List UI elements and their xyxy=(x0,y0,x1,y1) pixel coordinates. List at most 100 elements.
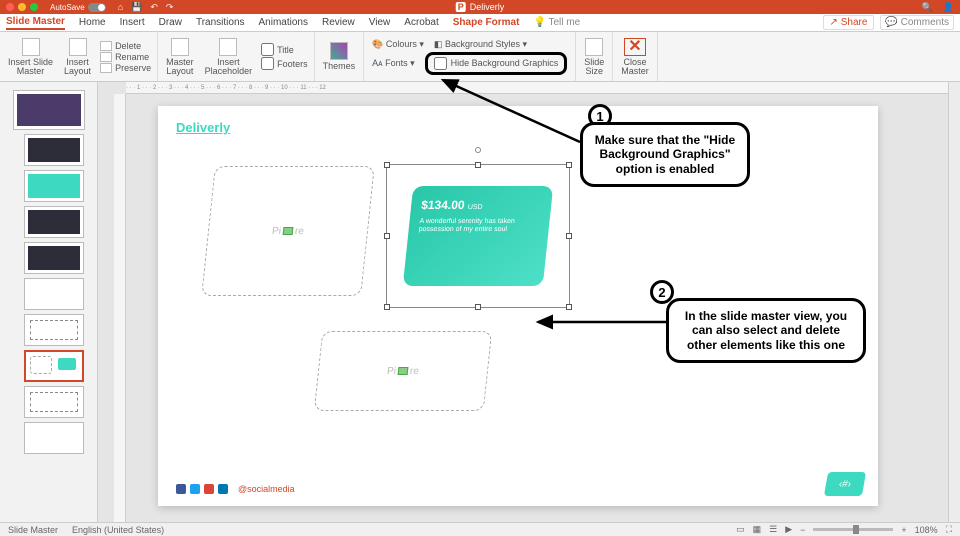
resize-handle[interactable] xyxy=(475,304,481,310)
doc-name: Deliverly xyxy=(470,2,505,12)
editor-area[interactable]: · · · 1 · · · 2 · · · 3 · · · 4 · · · 5 … xyxy=(98,82,948,522)
tab-home[interactable]: Home xyxy=(79,17,106,28)
redo-icon[interactable]: ↷ xyxy=(166,2,174,13)
ruler-horizontal: · · · 1 · · · 2 · · · 3 · · · 4 · · · 5 … xyxy=(126,82,948,94)
fit-to-window-icon[interactable]: ⛶ xyxy=(946,524,952,535)
bg-styles-dropdown[interactable]: ◧ Background Styles ▾ xyxy=(434,39,527,50)
zoom-level[interactable]: 108% xyxy=(915,525,938,535)
zoom-out-button[interactable]: − xyxy=(800,525,805,535)
resize-handle[interactable] xyxy=(384,162,390,168)
workspace: · · · 1 · · · 2 · · · 3 · · · 4 · · · 5 … xyxy=(0,82,960,522)
status-mode: Slide Master xyxy=(8,525,58,535)
home-icon[interactable]: ⌂ xyxy=(118,2,123,13)
save-icon[interactable]: 💾 xyxy=(131,2,142,13)
tab-acrobat[interactable]: Acrobat xyxy=(404,17,438,28)
insert-layout-button[interactable]: Insert Layout xyxy=(60,36,95,78)
thumb-layout[interactable] xyxy=(24,422,84,454)
picture-icon xyxy=(283,227,294,235)
view-reading-icon[interactable]: ☰ xyxy=(769,524,777,535)
share-button[interactable]: ↗ Share xyxy=(823,15,875,30)
rename-button[interactable]: Rename xyxy=(98,52,153,62)
google-icon[interactable] xyxy=(204,484,214,494)
view-sorter-icon[interactable]: ▦ xyxy=(753,524,762,535)
close-master-button[interactable]: ✕Close Master xyxy=(617,36,653,78)
undo-icon[interactable]: ↶ xyxy=(150,2,158,13)
colours-dropdown[interactable]: 🎨 Colours ▾ xyxy=(372,39,424,50)
social-handle[interactable]: @socialmedia xyxy=(238,484,295,494)
thumb-layout[interactable] xyxy=(24,206,84,238)
resize-handle[interactable] xyxy=(475,162,481,168)
zoom-in-button[interactable]: + xyxy=(901,525,906,535)
zoom-slider[interactable] xyxy=(813,528,893,531)
twitter-icon[interactable] xyxy=(190,484,200,494)
thumb-layout[interactable] xyxy=(24,278,84,310)
brand-text[interactable]: Deliverly xyxy=(176,120,230,135)
fonts-dropdown[interactable]: Aᴀ Fonts ▾ xyxy=(372,58,415,69)
resize-handle[interactable] xyxy=(566,162,572,168)
close-icon: ✕ xyxy=(624,38,645,56)
title-checkbox[interactable]: Title xyxy=(259,43,310,56)
ruler-vertical xyxy=(114,94,126,522)
preserve-button[interactable]: Preserve xyxy=(98,63,153,73)
slide-number-tag[interactable]: ‹#› xyxy=(824,472,866,496)
rotate-handle[interactable] xyxy=(475,147,481,153)
picture-icon xyxy=(398,367,409,375)
thumb-layout[interactable] xyxy=(24,170,84,202)
hide-background-graphics-checkbox[interactable]: Hide Background Graphics xyxy=(425,52,568,75)
tab-insert[interactable]: Insert xyxy=(120,17,145,28)
resize-handle[interactable] xyxy=(566,304,572,310)
resize-handle[interactable] xyxy=(384,233,390,239)
thumb-layout[interactable] xyxy=(24,242,84,274)
scrollbar-vertical[interactable] xyxy=(948,82,960,522)
account-icon[interactable]: 👤 xyxy=(943,2,954,13)
ribbon: Insert Slide Master Insert Layout Delete… xyxy=(0,32,960,82)
thumb-layout[interactable] xyxy=(24,314,84,346)
comments-button[interactable]: 💬 Comments xyxy=(880,15,954,30)
slide-size-button[interactable]: Slide Size xyxy=(580,36,608,78)
themes-button[interactable]: Themes xyxy=(319,40,360,73)
insert-placeholder-button[interactable]: Insert Placeholder xyxy=(201,36,257,78)
tab-slide-master[interactable]: Slide Master xyxy=(6,16,65,30)
resize-handle[interactable] xyxy=(566,233,572,239)
master-layout-button[interactable]: Master Layout xyxy=(162,36,198,78)
ribbon-tabs: Slide Master Home Insert Draw Transition… xyxy=(0,14,960,32)
autosave-toggle[interactable]: AutoSave xyxy=(50,3,106,12)
picture-placeholder-large[interactable]: Pire xyxy=(201,166,375,296)
tell-me[interactable]: Tell me xyxy=(549,17,581,28)
selection-frame[interactable] xyxy=(386,164,570,308)
picture-placeholder-medium[interactable]: Pire xyxy=(314,331,492,411)
delete-button[interactable]: Delete xyxy=(98,41,153,51)
tab-animations[interactable]: Animations xyxy=(259,17,308,28)
tab-transitions[interactable]: Transitions xyxy=(196,17,245,28)
search-icon[interactable]: 🔍 xyxy=(922,2,933,13)
view-normal-icon[interactable]: ▭ xyxy=(736,524,745,535)
window-controls[interactable] xyxy=(6,3,38,11)
minimize-icon[interactable] xyxy=(18,3,26,11)
tab-draw[interactable]: Draw xyxy=(159,17,182,28)
callout-1: Make sure that the "Hide Background Grap… xyxy=(580,122,750,187)
thumbnail-panel[interactable] xyxy=(0,82,98,522)
thumb-layout-selected[interactable] xyxy=(24,350,84,382)
doc-title: P Deliverly xyxy=(456,2,505,12)
maximize-icon[interactable] xyxy=(30,3,38,11)
thumb-layout[interactable] xyxy=(24,386,84,418)
insert-slide-master-button[interactable]: Insert Slide Master xyxy=(4,36,57,78)
tab-review[interactable]: Review xyxy=(322,17,355,28)
callout-2: In the slide master view, you can also s… xyxy=(666,298,866,363)
status-bar: Slide Master English (United States) ▭ ▦… xyxy=(0,522,960,536)
tab-view[interactable]: View xyxy=(369,17,391,28)
thumb-master[interactable] xyxy=(13,90,85,130)
quick-access-toolbar[interactable]: ⌂ 💾 ↶ ↷ xyxy=(118,2,174,13)
facebook-icon[interactable] xyxy=(176,484,186,494)
view-slideshow-icon[interactable]: ▶ xyxy=(785,524,792,535)
hide-bg-checkbox[interactable] xyxy=(434,57,447,70)
linkedin-icon[interactable] xyxy=(218,484,228,494)
tab-shape-format[interactable]: Shape Format xyxy=(453,17,520,28)
close-icon[interactable] xyxy=(6,3,14,11)
social-row: @socialmedia xyxy=(176,484,295,494)
status-language[interactable]: English (United States) xyxy=(72,525,164,535)
thumb-layout[interactable] xyxy=(24,134,84,166)
resize-handle[interactable] xyxy=(384,304,390,310)
autosave-label: AutoSave xyxy=(50,3,85,12)
footers-checkbox[interactable]: Footers xyxy=(259,57,310,70)
